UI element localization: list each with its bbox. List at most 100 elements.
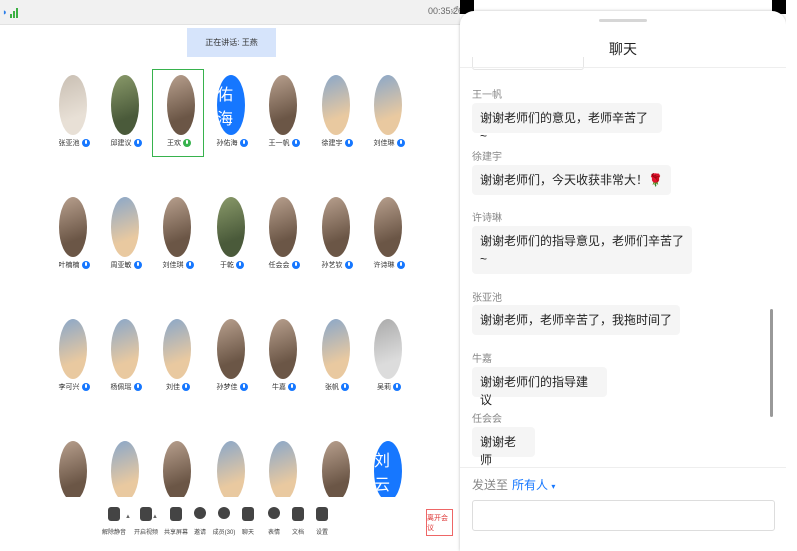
participant-name-row: 王一帆 xyxy=(258,138,310,148)
avatar xyxy=(111,197,139,257)
mic-muted-icon xyxy=(185,261,194,269)
send-to-selector[interactable]: 发送至 所有人 ▾ xyxy=(472,476,555,493)
mic-muted-icon xyxy=(133,383,142,391)
mic-muted-icon xyxy=(291,261,300,269)
camera-icon xyxy=(140,507,152,521)
participant-name: 周亚敏 xyxy=(110,262,132,269)
participant-tile[interactable]: 张亚池 xyxy=(48,69,100,157)
message-bubble: 谢谢老师们，今天收获非常大！🌹 xyxy=(472,165,671,195)
avatar: 佑海 xyxy=(217,75,245,135)
message-bubble: 谢谢老师 xyxy=(472,427,535,467)
chat-input[interactable] xyxy=(472,500,775,531)
mic-muted-icon xyxy=(396,139,405,147)
participant-tile[interactable]: 牛嘉 xyxy=(258,313,310,401)
leave-meeting-button[interactable]: 离开会议 xyxy=(426,509,453,536)
participant-tile[interactable]: 刘佳琳 xyxy=(363,69,415,157)
divider xyxy=(460,67,786,68)
mic-muted-icon xyxy=(291,139,300,147)
mic-muted-icon xyxy=(81,383,90,391)
participant-name: 吴莉 xyxy=(377,384,391,391)
participant-name-row: 周亚敏 xyxy=(100,260,152,270)
message-sender: 牛嘉 xyxy=(472,354,492,365)
mic-muted-icon xyxy=(341,383,349,391)
expand-icon[interactable]: ⤢ xyxy=(451,4,458,15)
participant-name-row: 孙艺钦 xyxy=(311,260,363,270)
document-icon xyxy=(292,507,304,521)
microphone-button[interactable]: 解除静音 xyxy=(96,505,132,545)
participant-tile[interactable]: 李可兴 xyxy=(48,313,100,401)
settings-button[interactable]: 设置 xyxy=(304,505,340,545)
avatar xyxy=(322,441,350,501)
screen-edge xyxy=(786,0,797,551)
signal-icon xyxy=(10,8,18,18)
invite-icon xyxy=(194,507,206,519)
video-grid-panel: ◗ 00:35:26 ⤢ 正在讲话: 王燕 张亚池 邱建议 王欢 佑海 孙佑海 王一帆 徐建… xyxy=(0,0,460,551)
participant-tile[interactable]: 杨佩瑶 xyxy=(100,313,152,401)
divider xyxy=(460,467,786,468)
drag-handle[interactable] xyxy=(599,19,647,22)
participant-name: 邱建议 xyxy=(110,140,132,147)
participant-name: 刘佳琪 xyxy=(162,262,184,269)
participant-name: 徐建宇 xyxy=(321,140,343,147)
participant-tile[interactable]: 张帆 xyxy=(311,313,363,401)
participant-name: 孙梦佳 xyxy=(216,384,238,391)
avatar xyxy=(59,441,87,501)
participant-name-row: 刘佳琪 xyxy=(152,260,204,270)
message-sender: 张亚池 xyxy=(472,293,502,304)
participant-name: 孙佑海 xyxy=(216,140,238,147)
participant-name: 刘佳 xyxy=(166,384,180,391)
participant-name: 王一帆 xyxy=(268,140,290,147)
participant-name-row: 许诗琳 xyxy=(363,260,415,270)
participant-name-row: 孙梦佳 xyxy=(206,382,258,392)
participant-name-row: 张帆 xyxy=(311,382,363,392)
participant-tile[interactable]: 吴莉 xyxy=(363,313,415,401)
avatar xyxy=(111,319,139,379)
avatar xyxy=(217,319,245,379)
participant-tile[interactable]: 孙艺钦 xyxy=(311,191,363,279)
participant-tile[interactable]: 叶楠楠 xyxy=(48,191,100,279)
chat-scrollbar[interactable] xyxy=(770,309,773,417)
participant-name-row: 孙佑海 xyxy=(206,138,258,148)
participant-name: 任会会 xyxy=(268,262,290,269)
mic-muted-icon xyxy=(396,261,405,269)
avatar xyxy=(374,319,402,379)
participant-tile[interactable]: 孙梦佳 xyxy=(206,313,258,401)
participant-name-row: 刘佳 xyxy=(152,382,204,392)
participant-tile[interactable]: 任会会 xyxy=(258,191,310,279)
participant-tile[interactable]: 王一帆 xyxy=(258,69,310,157)
send-to-target[interactable]: 所有人 ▾ xyxy=(512,478,555,492)
avatar xyxy=(59,75,87,135)
participant-name-row: 叶楠楠 xyxy=(48,260,100,270)
avatar xyxy=(269,441,297,501)
participant-name-row: 刘佳琳 xyxy=(363,138,415,148)
message-bubble: 谢谢老师，老师辛苦了，我拖时间了 xyxy=(472,305,680,335)
participant-tile[interactable]: 周亚敏 xyxy=(100,191,152,279)
mic-muted-icon xyxy=(236,261,244,269)
participant-name: 牛嘉 xyxy=(272,384,286,391)
participant-tile[interactable]: 邱建议 xyxy=(100,69,152,157)
participant-tile[interactable]: 许诗琳 xyxy=(363,191,415,279)
participant-name: 杨佩瑶 xyxy=(110,384,132,391)
mic-muted-icon xyxy=(393,383,401,391)
participant-tile[interactable]: 刘佳 xyxy=(152,313,204,401)
participant-name: 许诗琳 xyxy=(373,262,395,269)
mic-muted-icon xyxy=(344,261,353,269)
participant-tile[interactable]: 徐建宇 xyxy=(311,69,363,157)
avatar xyxy=(269,319,297,379)
participant-tile[interactable]: 王欢 xyxy=(152,69,204,157)
video-options-caret-icon[interactable]: ▲ xyxy=(152,514,158,520)
participant-name: 刘佳琳 xyxy=(373,140,395,147)
participant-name: 叶楠楠 xyxy=(58,262,80,269)
mic-muted-icon xyxy=(81,261,90,269)
avatar xyxy=(322,75,350,135)
avatar xyxy=(163,197,191,257)
participant-tile[interactable]: 刘佳琪 xyxy=(152,191,204,279)
toolbar-label: 设置 xyxy=(315,530,328,536)
mic-options-caret-icon[interactable]: ▲ xyxy=(125,514,131,520)
participant-tile[interactable]: 佑海 孙佑海 xyxy=(206,69,258,157)
mic-muted-icon xyxy=(133,139,142,147)
avatar xyxy=(111,441,139,501)
participant-tile[interactable]: 于乾 xyxy=(206,191,258,279)
mic-on-icon xyxy=(183,139,191,147)
participant-name-row: 牛嘉 xyxy=(258,382,310,392)
